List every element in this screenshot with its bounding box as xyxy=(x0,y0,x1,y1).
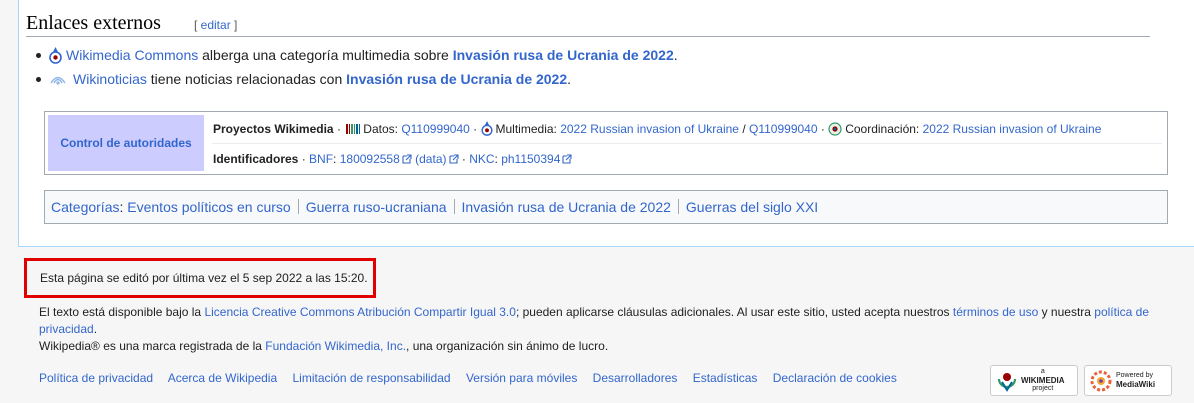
bnf-label-link[interactable]: BNF xyxy=(309,152,333,166)
authority-control-box: Control de autoridades Proyectos Wikimed… xyxy=(44,111,1168,175)
license-notice: El texto está disponible bajo la Licenci… xyxy=(39,304,1159,338)
category-divider xyxy=(677,199,679,214)
section-edit-link: [ editar ] xyxy=(194,18,238,32)
category-link[interactable]: Eventos políticos en curso xyxy=(127,199,290,215)
commons-icon xyxy=(49,47,62,64)
wikimedia-projects-row: Proyectos Wikimedia · Datos: Q110999040 … xyxy=(213,121,1101,136)
badge-top-text: Powered by xyxy=(1116,372,1153,379)
datos-label: Datos: xyxy=(363,122,402,136)
multimedia-link[interactable]: 2022 Russian invasion of Ukraine xyxy=(560,122,739,136)
footer-link-mobile[interactable]: Versión para móviles xyxy=(466,371,577,385)
category-link[interactable]: Guerra ruso-ucraniana xyxy=(306,199,447,215)
bullet-icon xyxy=(36,77,41,82)
external-link-icon xyxy=(562,154,572,164)
identifiers-row: Identificadores · BNF: 180092558 (data) … xyxy=(213,152,572,166)
colon: : xyxy=(333,152,340,166)
multimedia-qid-link[interactable]: Q110999040 xyxy=(749,122,818,136)
terms-of-use-link[interactable]: términos de uso xyxy=(953,305,1038,319)
coordination-link[interactable]: 2022 Russian invasion of Ukraine xyxy=(923,122,1102,136)
foundation-link[interactable]: Fundación Wikimedia, Inc. xyxy=(265,339,406,353)
wikimedia-project-badge[interactable]: a WIKIMEDIA project xyxy=(990,365,1078,396)
wikidata-icon xyxy=(346,124,361,134)
categories-label[interactable]: Categorías xyxy=(51,199,119,215)
authority-label-text[interactable]: Control de autoridades xyxy=(60,136,191,150)
section-title: Enlaces externos xyxy=(26,12,161,34)
commons-icon xyxy=(480,121,493,136)
category-links-box: Categorías: Eventos políticos en curso Gu… xyxy=(44,190,1168,224)
category-divider xyxy=(453,199,455,214)
license-text: ; pueden aplicarse cláusulas adicionales… xyxy=(515,305,953,319)
wikinews-text: tiene noticias relacionadas con xyxy=(146,71,347,87)
edit-link[interactable]: editar xyxy=(201,18,231,32)
meta-wiki-icon xyxy=(828,122,842,136)
bnf-data-link[interactable]: (data) xyxy=(415,152,446,166)
section-heading: Enlaces externos [ editar ] xyxy=(26,9,1150,37)
license-text: y nuestra xyxy=(1038,305,1095,319)
category-divider xyxy=(297,199,299,214)
license-text: . xyxy=(93,322,98,336)
commons-tail: . xyxy=(673,47,678,63)
projects-label: Proyectos Wikimedia xyxy=(213,122,334,136)
wikinews-icon xyxy=(50,76,66,85)
separator-dot: · xyxy=(336,122,345,136)
footer-link-developers[interactable]: Desarrolladores xyxy=(593,371,678,385)
category-link[interactable]: Invasión rusa de Ucrania de 2022 xyxy=(462,199,671,215)
category-link[interactable]: Guerras del siglo XXI xyxy=(686,199,818,215)
categories-label-link[interactable]: Categorías xyxy=(51,199,119,215)
row-divider xyxy=(212,143,1162,144)
separator-dot: · xyxy=(301,152,310,166)
footer-link-statistics[interactable]: Estadísticas xyxy=(693,371,758,385)
footer-links: Política de privacidad Acerca de Wikiped… xyxy=(39,371,909,385)
multimedia-label: Multimedia: xyxy=(495,122,561,136)
badge-sub-text: project xyxy=(1032,385,1054,392)
trademark-notice: Wikipedia® es una marca registrada de la… xyxy=(39,339,608,353)
last-modified-text: Esta página se editó por última vez el 5… xyxy=(40,271,368,285)
nkc-label-link[interactable]: NKC xyxy=(469,152,494,166)
separator-dot: · xyxy=(820,122,829,136)
license-link[interactable]: Licencia Creative Commons Atribución Com… xyxy=(204,305,515,319)
commons-target-link[interactable]: Invasión rusa de Ucrania de 2022 xyxy=(453,47,674,63)
powered-by-mediawiki-badge[interactable]: Powered by MediaWiki xyxy=(1084,365,1172,396)
footer-link-cookies[interactable]: Declaración de cookies xyxy=(773,371,897,385)
bnf-link[interactable]: 180092558 xyxy=(340,152,400,166)
separator-dot: · xyxy=(473,122,481,136)
footer-link-privacy[interactable]: Política de privacidad xyxy=(39,371,153,385)
identifiers-label: Identificadores xyxy=(213,152,299,166)
wikimedia-logo-icon xyxy=(997,372,1017,392)
license-text: El texto está disponible bajo la xyxy=(39,305,205,319)
nkc-link[interactable]: ph1150394 xyxy=(501,152,560,166)
commons-text: alberga una categoría multimedia sobre xyxy=(198,47,453,63)
wikinews-target-link[interactable]: Invasión rusa de Ucrania de 2022 xyxy=(346,71,567,87)
badge-name-text: WIKIMEDIA xyxy=(1021,376,1065,385)
trademark-text: Wikipedia® es una marca registrada de la xyxy=(39,339,266,353)
external-link-icon xyxy=(402,154,412,164)
external-link-icon xyxy=(448,154,459,164)
commons-link[interactable]: Wikimedia Commons xyxy=(66,47,198,63)
bullet-icon xyxy=(36,53,41,58)
authority-control-label[interactable]: Control de autoridades xyxy=(48,115,204,171)
trademark-text: , una organización sin ánimo de lucro. xyxy=(406,339,609,353)
badge-name-text: MediaWiki xyxy=(1116,380,1156,389)
datos-link[interactable]: Q110999040 xyxy=(401,122,470,136)
wikinews-link[interactable]: Wikinoticias xyxy=(73,71,147,87)
footer-link-disclaimer[interactable]: Limitación de responsabilidad xyxy=(292,371,450,385)
coordination-label: Coordinación: xyxy=(845,122,923,136)
wikinews-tail: . xyxy=(567,71,572,87)
multimedia-slash: / xyxy=(738,122,749,136)
badge-top-text: a xyxy=(1040,368,1045,375)
footer-link-about[interactable]: Acerca de Wikipedia xyxy=(168,371,277,385)
last-modified-notice: Esta página se editó por última vez el 5… xyxy=(24,258,376,298)
mediawiki-logo-icon xyxy=(1090,370,1112,391)
